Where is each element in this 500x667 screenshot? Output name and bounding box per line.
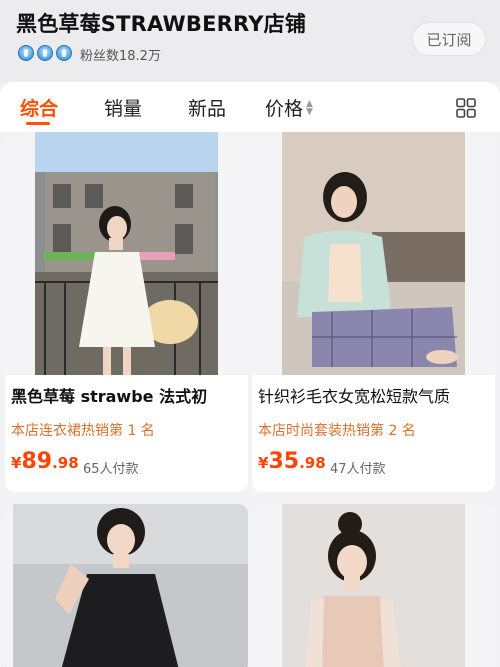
product-image[interactable] <box>252 504 495 667</box>
product-grid: 黑色草莓 strawbe 法式初 本店连衣裙热销第 1 名 ¥89.98 65人… <box>0 132 500 667</box>
product-image[interactable] <box>5 132 248 375</box>
subscribe-button[interactable]: 已订阅 <box>412 22 486 56</box>
price-decimal: .98 <box>299 454 326 472</box>
product-card[interactable]: 针织衫毛衣女宽松短款气质 本店时尚套装热销第 2 名 ¥35.98 47人付款 <box>252 132 495 492</box>
crown-medal-icon <box>56 45 72 61</box>
tab-price[interactable]: 价格 ▲ ▼ <box>265 94 313 121</box>
store-header: 黑色草莓STRAWBERRY店铺 粉丝数18.2万 已订阅 <box>0 0 500 82</box>
product-image[interactable] <box>5 504 248 667</box>
product-title[interactable]: 针织衫毛衣女宽松短款气质 <box>258 383 490 407</box>
sort-arrows-icon: ▲ ▼ <box>306 98 313 117</box>
product-price: ¥35.98 <box>258 449 326 474</box>
tab-sales[interactable]: 销量 <box>104 94 142 121</box>
product-card[interactable]: 黑色草莓 strawbe 法式初 本店连衣裙热销第 1 名 ¥89.98 65人… <box>5 132 248 492</box>
product-card[interactable] <box>5 504 248 667</box>
product-title[interactable]: 黑色草莓 strawbe 法式初 <box>11 383 243 407</box>
fan-count: 粉丝数18.2万 <box>80 49 161 64</box>
product-card[interactable] <box>252 504 495 667</box>
product-rank-tag[interactable]: 本店时尚套装热销第 2 名 <box>258 420 416 440</box>
crown-medal-icon <box>18 45 34 61</box>
price-decimal: .98 <box>52 454 79 472</box>
tab-comprehensive[interactable]: 综合 <box>20 94 58 121</box>
crown-medal-icon <box>37 45 53 61</box>
product-image[interactable] <box>252 132 495 375</box>
price-integer: 89 <box>21 449 53 474</box>
tab-label: 价格 <box>265 98 304 120</box>
tab-label: 销量 <box>104 98 143 120</box>
active-tab-indicator <box>26 122 50 125</box>
product-price: ¥89.98 <box>11 449 79 474</box>
currency-symbol: ¥ <box>11 454 22 472</box>
product-photo <box>252 504 495 667</box>
product-photo <box>252 132 495 375</box>
grid-view-icon[interactable] <box>456 98 476 118</box>
price-integer: 35 <box>268 449 300 474</box>
currency-symbol: ¥ <box>258 454 269 472</box>
tab-label: 新品 <box>188 98 227 120</box>
product-photo <box>5 504 248 667</box>
tab-new[interactable]: 新品 <box>188 94 226 121</box>
store-name[interactable]: 黑色草莓STRAWBERRY店铺 <box>16 8 306 38</box>
product-rank-tag[interactable]: 本店连衣裙热销第 1 名 <box>11 420 155 440</box>
store-level-badges[interactable] <box>18 45 72 61</box>
product-photo <box>5 132 248 375</box>
sold-count: 47人付款 <box>330 462 386 477</box>
sort-bar: 综合 销量 新品 价格 ▲ ▼ <box>0 82 500 132</box>
sold-count: 65人付款 <box>83 462 139 477</box>
tab-label: 综合 <box>20 98 59 120</box>
